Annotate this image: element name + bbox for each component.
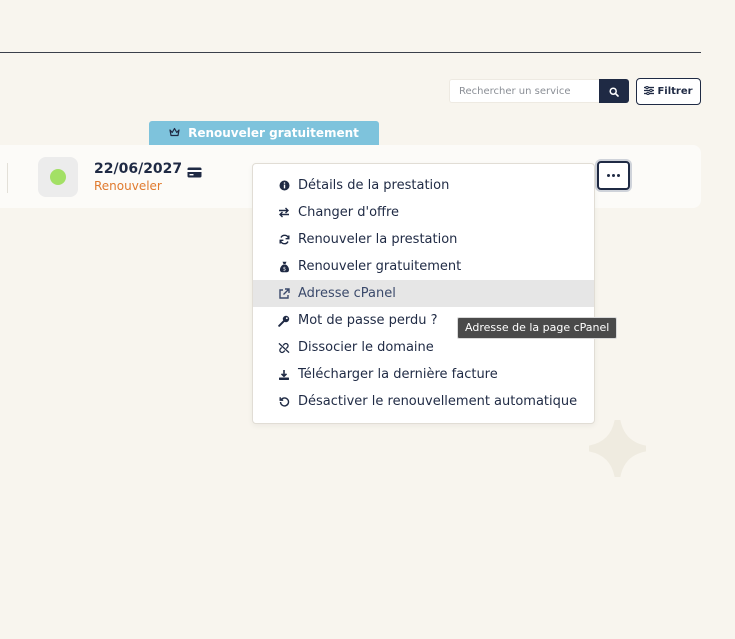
menu-item-label: Dissocier le domaine: [298, 340, 434, 355]
status-indicator: [38, 157, 78, 197]
renew-free-banner[interactable]: Renouveler gratuitement: [149, 121, 379, 145]
menu-item-download-invoice[interactable]: Télécharger la dernière facture: [253, 361, 594, 388]
svg-text:$: $: [282, 266, 285, 272]
sliders-icon: [644, 85, 655, 98]
money-bag-icon: $: [278, 261, 290, 273]
download-icon: [278, 369, 290, 381]
search-bar: [449, 79, 629, 103]
menu-item-label: Renouveler gratuitement: [298, 259, 462, 274]
actions-dropdown-menu: Détails de la prestation Changer d'offre…: [252, 163, 595, 424]
cpanel-tooltip: Adresse de la page cPanel: [457, 317, 618, 339]
menu-item-label: Désactiver le renouvellement automatique: [298, 394, 578, 409]
banner-label: Renouveler gratuitement: [188, 126, 359, 140]
menu-item-disable-auto-renew[interactable]: Désactiver le renouvellement automatique: [253, 388, 594, 415]
menu-item-cpanel-address[interactable]: Adresse cPanel: [253, 280, 594, 307]
credit-card-icon: [187, 163, 202, 182]
filter-button[interactable]: Filtrer: [636, 78, 701, 105]
dot-icon: [617, 174, 620, 177]
menu-item-label: Renouveler la prestation: [298, 232, 458, 247]
search-icon: [609, 82, 619, 101]
info-icon: [278, 180, 290, 192]
menu-item-change-offer[interactable]: Changer d'offre: [253, 199, 594, 226]
external-link-icon: [278, 287, 290, 300]
dot-icon: [612, 174, 615, 177]
renew-link[interactable]: Renouveler: [94, 179, 162, 193]
dot-icon: [607, 174, 610, 177]
status-dot: [50, 169, 66, 185]
crown-icon: [169, 126, 180, 140]
menu-item-label: Changer d'offre: [298, 205, 400, 220]
search-button[interactable]: [599, 79, 629, 103]
sparkle-decoration: [589, 420, 646, 477]
unlink-icon: [278, 342, 290, 354]
swap-icon: [278, 207, 290, 219]
menu-item-label: Détails de la prestation: [298, 178, 450, 193]
expiry-date: 22/06/2027: [94, 161, 183, 177]
filter-label: Filtrer: [657, 86, 693, 97]
row-divider: [7, 163, 8, 193]
refresh-icon: [278, 234, 290, 246]
menu-item-renew[interactable]: Renouveler la prestation: [253, 226, 594, 253]
more-actions-button[interactable]: [597, 161, 630, 190]
menu-item-label: Adresse cPanel: [298, 286, 396, 301]
menu-item-label: Mot de passe perdu ?: [298, 313, 438, 328]
search-input[interactable]: [449, 79, 599, 103]
menu-item-details[interactable]: Détails de la prestation: [253, 172, 594, 199]
key-icon: [278, 315, 290, 327]
menu-item-label: Télécharger la dernière facture: [298, 367, 498, 382]
undo-icon: [278, 396, 290, 408]
menu-item-renew-free[interactable]: $ Renouveler gratuitement: [253, 253, 594, 280]
header-divider: [0, 52, 701, 53]
